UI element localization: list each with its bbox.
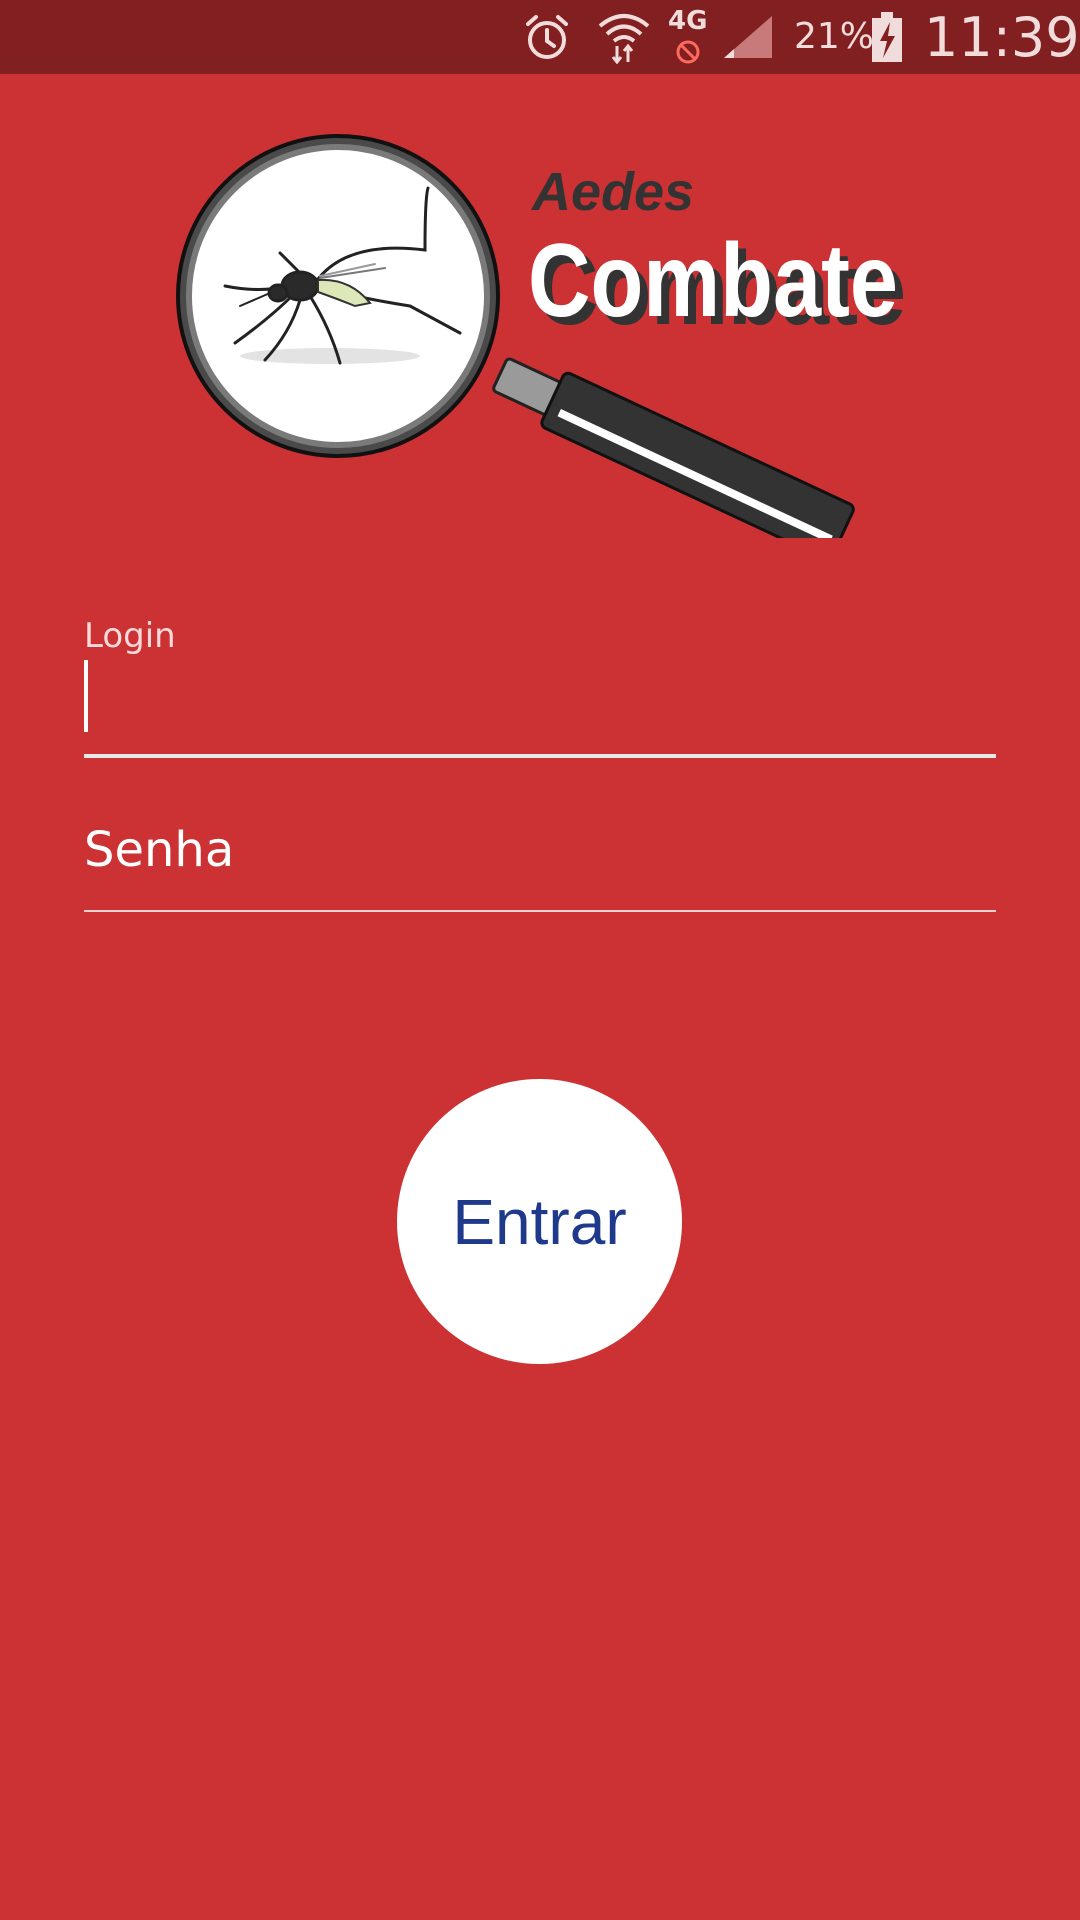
logo-title-combate: Combate	[528, 223, 898, 339]
signal-icon	[724, 16, 772, 58]
login-button[interactable]: Entrar	[397, 1079, 682, 1364]
status-bar: 4G 21% 11:39	[0, 0, 1080, 74]
battery-percentage: 21%	[794, 16, 875, 57]
mobile-data-off-icon	[676, 40, 700, 64]
wifi-icon	[598, 14, 650, 64]
clock: 11:39	[924, 6, 1080, 69]
battery-charging-icon	[872, 12, 902, 62]
app-logo: Aedes Combate Combate	[170, 128, 910, 561]
logo-title-aedes: Aedes	[530, 162, 694, 222]
login-input-underline	[84, 754, 996, 758]
password-input-underline	[84, 910, 996, 912]
login-input[interactable]	[84, 654, 996, 734]
alarm-icon	[526, 15, 568, 59]
password-input[interactable]	[84, 810, 996, 890]
network-type-label: 4G	[668, 6, 708, 36]
text-cursor	[84, 660, 88, 732]
mosquito-magnifier-logo: Aedes Combate Combate	[176, 134, 906, 561]
login-label: Login	[84, 616, 176, 656]
